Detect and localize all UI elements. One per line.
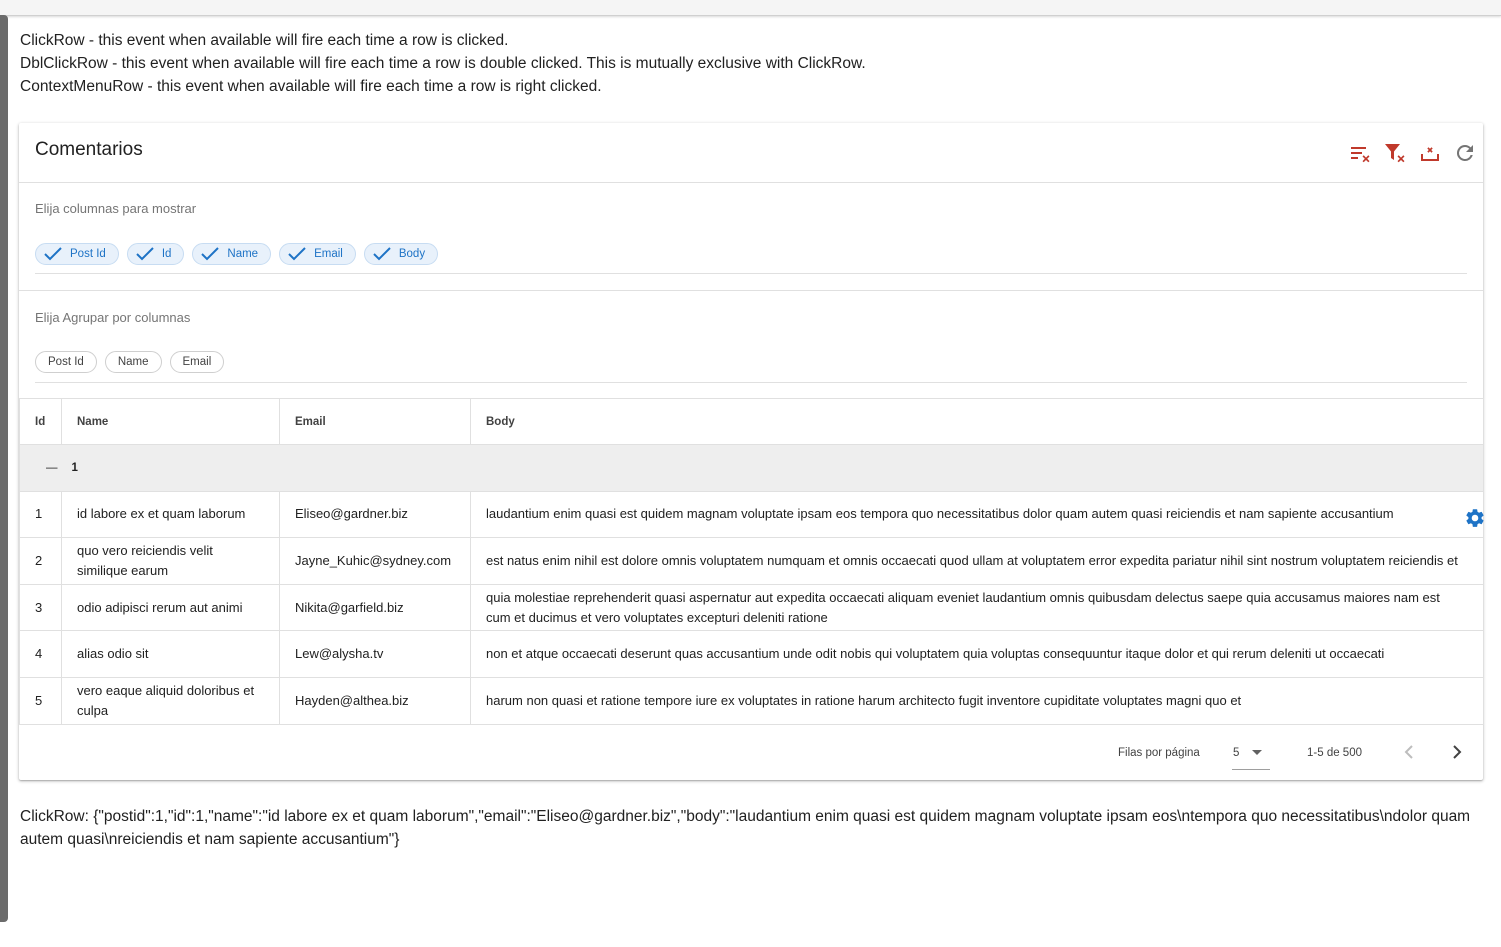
- chip-id[interactable]: Id: [126, 243, 185, 265]
- cell-body: laudantium enim quasi est quidem magnam …: [470, 490, 1484, 539]
- check-icon: [201, 247, 220, 261]
- intro-line-dblclickrow: DblClickRow - this event when available …: [20, 55, 866, 72]
- check-icon: [288, 247, 306, 261]
- cell-body: quia molestiae reprehenderit quasi asper…: [470, 583, 1484, 632]
- cell-id: 3: [19, 583, 62, 632]
- chip-name[interactable]: Name: [192, 243, 272, 265]
- cell-name: id labore ex et quam laborum: [61, 490, 280, 539]
- cell-body: est natus enim nihil est dolore omnis vo…: [470, 537, 1484, 585]
- group-cell: —1: [19, 444, 1484, 492]
- cell-name: quo vero reiciendis velit similique earu…: [61, 537, 280, 585]
- check-icon: [373, 247, 391, 261]
- clear-filter-icon[interactable]: [1383, 141, 1407, 165]
- card-title: Comentarios: [35, 139, 143, 160]
- chevron-down-icon[interactable]: [1252, 750, 1262, 755]
- group-chip-postid[interactable]: Post Id: [35, 351, 97, 373]
- chip-label: Email: [314, 248, 343, 260]
- event-output-text: ClickRow: {"postid":1,"id":1,"name":"id …: [20, 808, 1471, 848]
- chip-label: Name: [227, 248, 259, 260]
- cell-name: vero eaque aliquid doloribus et culpa: [61, 676, 280, 725]
- chip-postid[interactable]: Post Id: [35, 243, 119, 265]
- group-row[interactable]: —1: [19, 444, 1484, 492]
- group-section-label: Elija Agrupar por columnas: [35, 310, 191, 325]
- column-chips: Post Id Id Name Email Body: [35, 243, 439, 265]
- cell-body: non et atque occaecati deserunt quas acc…: [470, 630, 1484, 678]
- rows-per-page-select[interactable]: 5: [1233, 747, 1239, 759]
- group-value: 1: [71, 461, 78, 474]
- table-row[interactable]: 3 odio adipisci rerum aut animi Nikita@g…: [19, 583, 1484, 632]
- export-icon[interactable]: [1418, 141, 1442, 165]
- header-body[interactable]: Body: [470, 398, 1484, 445]
- cell-id: 4: [19, 630, 62, 678]
- cell-email: Jayne_Kuhic@sydney.com: [279, 537, 471, 585]
- chip-label: Body: [398, 248, 426, 260]
- chip-label: Post Id: [70, 248, 106, 260]
- top-bar: [0, 0, 1501, 16]
- select-underline: [1232, 769, 1270, 770]
- cell-email: Lew@alysha.tv: [279, 630, 471, 678]
- chip-body[interactable]: Body: [363, 243, 439, 265]
- clear-sort-icon[interactable]: [1348, 141, 1372, 165]
- header-email[interactable]: Email: [279, 398, 471, 445]
- grid-card: Comentarios Elija columnas para mostrar …: [19, 123, 1486, 780]
- page-range-text: 1-5 de 500: [1307, 747, 1362, 759]
- group-chip-email[interactable]: Email: [169, 351, 225, 373]
- group-divider: [35, 382, 1467, 383]
- table-row[interactable]: 1 id labore ex et quam laborum Eliseo@ga…: [19, 490, 1484, 539]
- cell-id: 2: [19, 537, 62, 585]
- table-row[interactable]: 5 vero eaque aliquid doloribus et culpa …: [19, 676, 1484, 725]
- collapse-icon[interactable]: —: [46, 462, 58, 474]
- rows-per-page-label: Filas por página: [1118, 747, 1200, 759]
- cell-email: Nikita@garfield.biz: [279, 583, 471, 632]
- section-divider: [19, 290, 1483, 291]
- next-page-icon[interactable]: [1445, 740, 1469, 764]
- cell-name: odio adipisci rerum aut animi: [61, 583, 280, 632]
- group-chips: Post Id Name Email: [35, 351, 225, 373]
- cell-id: 5: [19, 676, 62, 725]
- check-icon: [44, 247, 62, 261]
- cell-email: Eliseo@gardner.biz: [279, 490, 471, 539]
- prev-page-icon[interactable]: [1397, 740, 1421, 764]
- columns-section-label: Elija columnas para mostrar: [35, 201, 197, 216]
- data-table: Id Name Email Body —1 1 id labore ex et …: [19, 398, 1484, 725]
- pagination-footer: Filas por página 5 1-5 de 500: [19, 725, 1483, 780]
- table-row[interactable]: 4 alias odio sit Lew@alysha.tv non et at…: [19, 630, 1484, 678]
- chip-email[interactable]: Email: [279, 243, 356, 265]
- intro-line-clickrow: ClickRow - this event when available wil…: [20, 32, 509, 49]
- cell-name: alias odio sit: [61, 630, 280, 678]
- gear-icon[interactable]: [1464, 507, 1486, 529]
- cell-body: harum non quasi et ratione tempore iure …: [470, 676, 1484, 725]
- refresh-icon[interactable]: [1453, 141, 1477, 165]
- title-divider: [19, 182, 1483, 183]
- cell-email: Hayden@althea.biz: [279, 676, 471, 725]
- header-name[interactable]: Name: [61, 398, 280, 445]
- left-scrollbar[interactable]: [0, 15, 8, 922]
- header-row: Id Name Email Body: [19, 398, 1484, 445]
- chip-label: Id: [161, 248, 172, 260]
- header-id[interactable]: Id: [19, 398, 62, 445]
- cell-id: 1: [19, 490, 62, 539]
- group-chip-name[interactable]: Name: [104, 351, 162, 373]
- intro-line-contextmenurow: ContextMenuRow - this event when availab…: [20, 78, 602, 95]
- intro-text: ClickRow - this event when available wil…: [20, 29, 866, 98]
- columns-divider: [35, 273, 1467, 274]
- table-row[interactable]: 2 quo vero reiciendis velit similique ea…: [19, 537, 1484, 585]
- check-icon: [136, 247, 154, 261]
